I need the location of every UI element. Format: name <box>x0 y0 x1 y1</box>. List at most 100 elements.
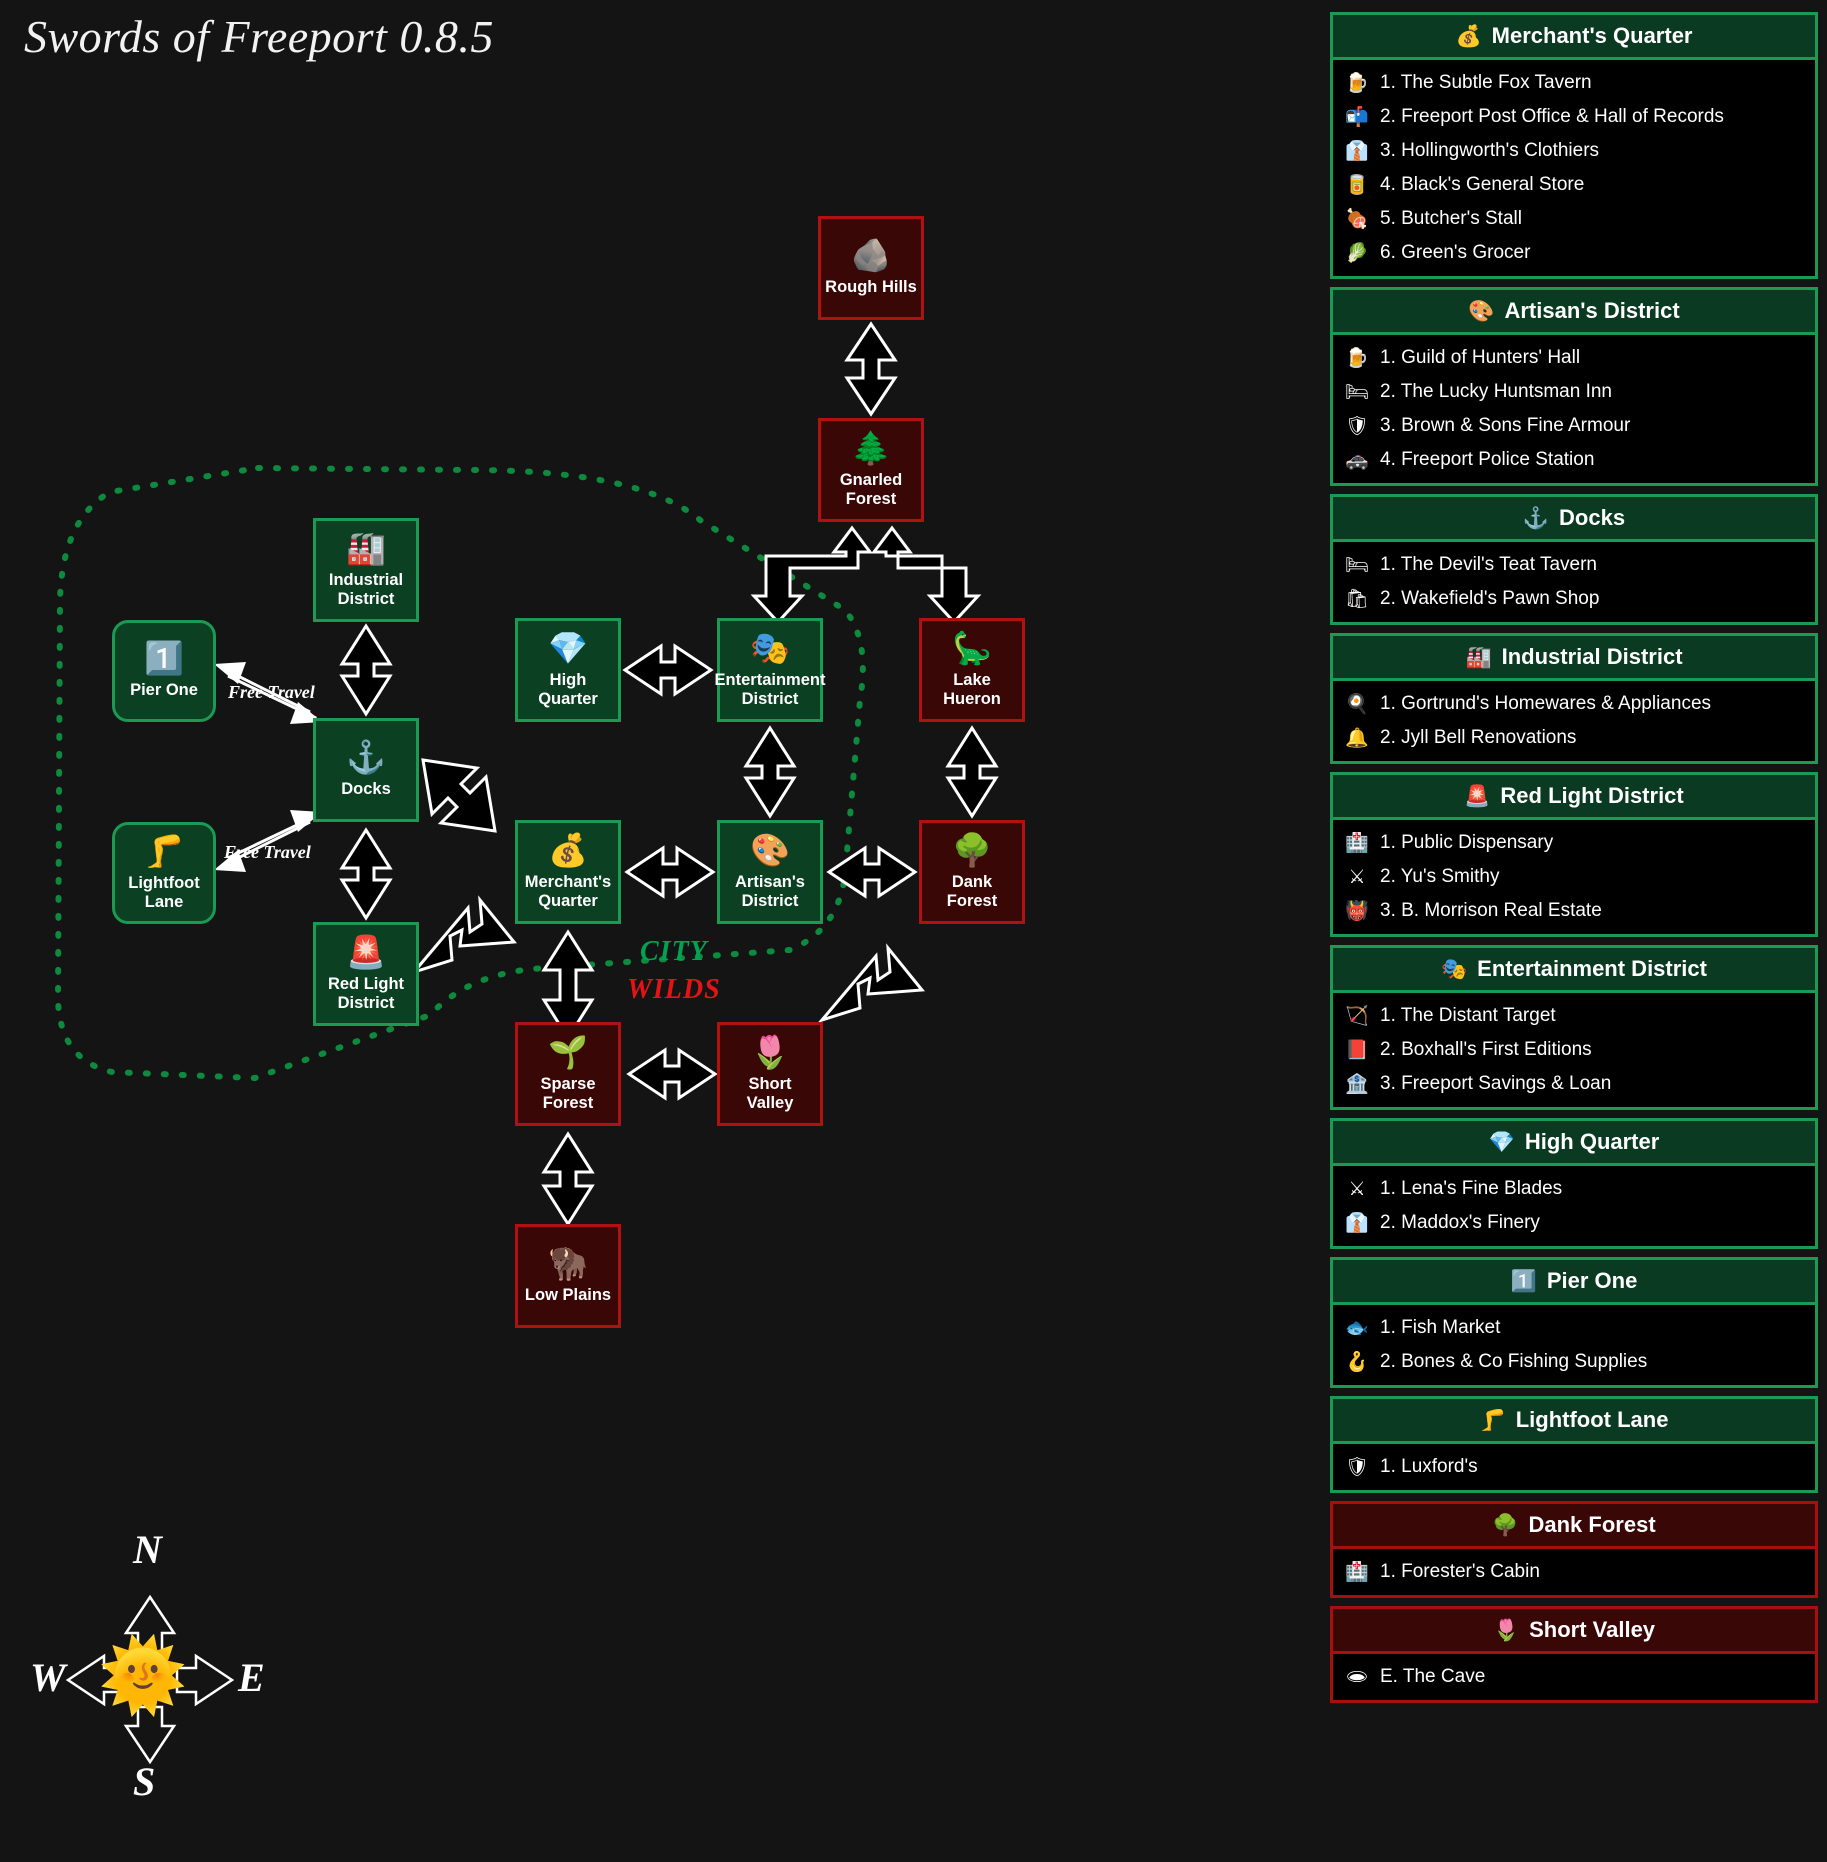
list-item-label: 3. Freeport Savings & Loan <box>1380 1073 1612 1094</box>
bell-icon: 🔔 <box>1345 727 1369 749</box>
list-item-label: 3. Brown & Sons Fine Armour <box>1380 415 1631 436</box>
seedling-icon: 🌱 <box>548 1034 588 1071</box>
list-item[interactable]: ⚔ 2. Yu's Smithy <box>1333 860 1815 894</box>
list-item[interactable]: 🏹 1. The Distant Target <box>1333 999 1815 1033</box>
location-panel: 💰 Merchant's Quarter 🍺 1. The Subtle Fox Ta… <box>1330 12 1818 279</box>
connection-gnarled-forest-lake-hueron <box>871 525 982 625</box>
free-travel-label-pier-one: Free Travel <box>228 682 315 702</box>
list-item[interactable]: 🥬 6. Green's Grocer <box>1333 236 1815 270</box>
list-item[interactable]: 🏦 3. Freeport Savings & Loan <box>1333 1067 1815 1101</box>
leg-icon: 🦵 <box>1479 1408 1506 1432</box>
shield-icon: 🛡 <box>1345 415 1370 437</box>
keycap-one-icon: 1️⃣ <box>1510 1269 1537 1293</box>
police-light-icon: 🚨 <box>346 934 386 971</box>
map-node-label: High Quarter <box>538 671 598 708</box>
connection-lake-hueron-dank-forest <box>945 725 999 819</box>
crossed-swords-icon: ⚔ <box>1348 1178 1366 1200</box>
map-node-entertainment-district[interactable]: 🎭 Entertainment District <box>715 618 825 722</box>
list-item[interactable]: 🍖 5. Butcher's Stall <box>1333 202 1815 236</box>
necktie-shirt-icon: 👔 <box>1345 140 1369 162</box>
list-item[interactable]: 🛏 1. The Devil's Teat Tavern <box>1333 548 1815 582</box>
map-node-pier-one[interactable]: 1️⃣ Pier One <box>112 620 216 722</box>
location-panel-body: 🏥 1. Public Dispensary ⚔ 2. Yu's Smithy 👹 3. … <box>1333 820 1815 934</box>
list-item-label: 6. Green's Grocer <box>1380 242 1531 263</box>
connection-docks-merchants-quarter <box>421 758 497 833</box>
location-panel-header: 🦵 Lightfoot Lane <box>1333 1399 1815 1444</box>
location-panel-header: 🌳 Dank Forest <box>1333 1504 1815 1549</box>
map-node-low-plains[interactable]: 🦬 Low Plains <box>515 1224 621 1328</box>
map-node-dank-forest[interactable]: 🌳 Dank Forest <box>919 820 1025 924</box>
list-item[interactable]: ⚔ 1. Lena's Fine Blades <box>1333 1172 1815 1206</box>
location-panel-body: 🍺 1. Guild of Hunters' Hall 🛏 2. The Lucky … <box>1333 335 1815 483</box>
map-node-lake-hueron[interactable]: 🦕 Lake Hueron <box>919 618 1025 722</box>
location-panel-title: High Quarter <box>1524 1129 1660 1154</box>
map-node-high-quarter[interactable]: 💎 High Quarter <box>515 618 621 722</box>
list-item-label: 1. Forester's Cabin <box>1380 1561 1540 1582</box>
list-item[interactable]: 🛏 2. The Lucky Huntsman Inn <box>1333 375 1815 409</box>
list-item[interactable]: 🛡 3. Brown & Sons Fine Armour <box>1333 409 1815 443</box>
connection-rough-hills-gnarled-forest <box>844 321 898 417</box>
list-item[interactable]: 🐟 1. Fish Market <box>1333 1311 1815 1345</box>
location-panel: 💎 High Quarter ⚔ 1. Lena's Fine Blades 👔 2. M… <box>1330 1118 1818 1249</box>
location-panel: ⚓ Docks 🛏 1. The Devil's Teat Tavern 🛍 2. Wak… <box>1330 494 1818 625</box>
list-item-label: 1. Luxford's <box>1380 1456 1478 1477</box>
bed-icon: 🛏 <box>1345 554 1370 576</box>
map-node-label: Merchant's Quarter <box>524 873 612 910</box>
list-item[interactable]: 🍺 1. Guild of Hunters' Hall <box>1333 341 1815 375</box>
list-item[interactable]: 👹 3. B. Morrison Real Estate <box>1333 894 1815 928</box>
list-item[interactable]: 🔔 2. Jyll Bell Renovations <box>1333 721 1815 755</box>
shopping-bags-icon: 🛍 <box>1345 588 1370 610</box>
list-item[interactable]: 📬 2. Freeport Post Office & Hall of Recor… <box>1333 100 1815 134</box>
police-car-icon: 🚓 <box>1345 449 1369 471</box>
list-item[interactable]: 🚓 4. Freeport Police Station <box>1333 443 1815 477</box>
list-item[interactable]: 🥫 4. Black's General Store <box>1333 168 1815 202</box>
map-node-label: Industrial District <box>328 571 404 608</box>
list-item-label: 1. The Devil's Teat Tavern <box>1380 554 1597 575</box>
beer-mug-icon: 🍺 <box>1345 347 1369 369</box>
list-item[interactable]: 👔 2. Maddox's Finery <box>1333 1206 1815 1240</box>
compass-west-label: W <box>30 1655 66 1700</box>
map-node-docks[interactable]: ⚓ Docks <box>313 718 419 822</box>
connection-high-quarter-entertainment-district <box>622 643 714 697</box>
map-node-label: Low Plains <box>524 1286 612 1305</box>
list-item[interactable]: 📕 2. Boxhall's First Editions <box>1333 1033 1815 1067</box>
list-item[interactable]: 🪝 2. Bones & Co Fishing Supplies <box>1333 1345 1815 1379</box>
sun-with-face-icon: 🌞 <box>98 1636 188 1716</box>
list-item[interactable]: 🍳 1. Gortrund's Homewares & Appliances <box>1333 687 1815 721</box>
crossed-swords-icon: ⚔ <box>1348 866 1366 888</box>
map-node-rough-hills[interactable]: 🪨 Rough Hills <box>818 216 924 320</box>
gem-icon: 💎 <box>1488 1130 1515 1154</box>
map-node-lightfoot-lane[interactable]: 🦵 Lightfoot Lane <box>112 822 216 924</box>
performing-arts-icon: 🎭 <box>750 630 790 667</box>
map-node-label: Lightfoot Lane <box>128 874 200 911</box>
map-node-label: Gnarled Forest <box>839 471 903 508</box>
location-panel-body: 🕳 E. The Cave <box>1333 1654 1815 1700</box>
list-item-label: 1. Public Dispensary <box>1380 832 1554 853</box>
list-item[interactable]: 🍺 1. The Subtle Fox Tavern <box>1333 66 1815 100</box>
location-panel: 🌷 Short Valley 🕳 E. The Cave <box>1330 1606 1818 1703</box>
list-item[interactable]: 🕳 E. The Cave <box>1333 1660 1815 1694</box>
map-node-merchants-quarter[interactable]: 💰 Merchant's Quarter <box>515 820 621 924</box>
connection-entertainment-district-artisans-district <box>743 725 797 819</box>
map-node-artisans-district[interactable]: 🎨 Artisan's District <box>717 820 823 924</box>
location-panel-body: 🍳 1. Gortrund's Homewares & Appliances 🔔 2.… <box>1333 681 1815 761</box>
hole-icon: 🕳 <box>1345 1666 1370 1688</box>
list-item[interactable]: 👔 3. Hollingworth's Clothiers <box>1333 134 1815 168</box>
map-node-red-light-district[interactable]: 🚨 Red Light District <box>313 922 419 1026</box>
list-item[interactable]: 🏥 1. Public Dispensary <box>1333 826 1815 860</box>
map-node-sparse-forest[interactable]: 🌱 Sparse Forest <box>515 1022 621 1126</box>
fish-icon: 🐟 <box>1345 1317 1369 1339</box>
location-panel-header: 💎 High Quarter <box>1333 1121 1815 1166</box>
location-panel: 🎨 Artisan's District 🍺 1. Guild of Hunters'… <box>1330 287 1818 486</box>
list-item[interactable]: 🏥 1. Forester's Cabin <box>1333 1555 1815 1589</box>
map-node-short-valley[interactable]: 🌷 Short Valley <box>717 1022 823 1126</box>
connection-merchants-quarter-artisans-district <box>624 845 716 899</box>
location-panel-header: 🚨 Red Light District <box>1333 775 1815 820</box>
map-node-gnarled-forest[interactable]: 🌲 Gnarled Forest <box>818 418 924 522</box>
map-node-industrial-district[interactable]: 🏭 Industrial District <box>313 518 419 622</box>
list-item[interactable]: 🛍 2. Wakefield's Pawn Shop <box>1333 582 1815 616</box>
bison-icon: 🦬 <box>548 1245 588 1282</box>
list-item-label: 4. Black's General Store <box>1380 174 1585 195</box>
hook-icon: 🪝 <box>1345 1351 1369 1373</box>
list-item[interactable]: 🛡 1. Luxford's <box>1333 1450 1815 1484</box>
